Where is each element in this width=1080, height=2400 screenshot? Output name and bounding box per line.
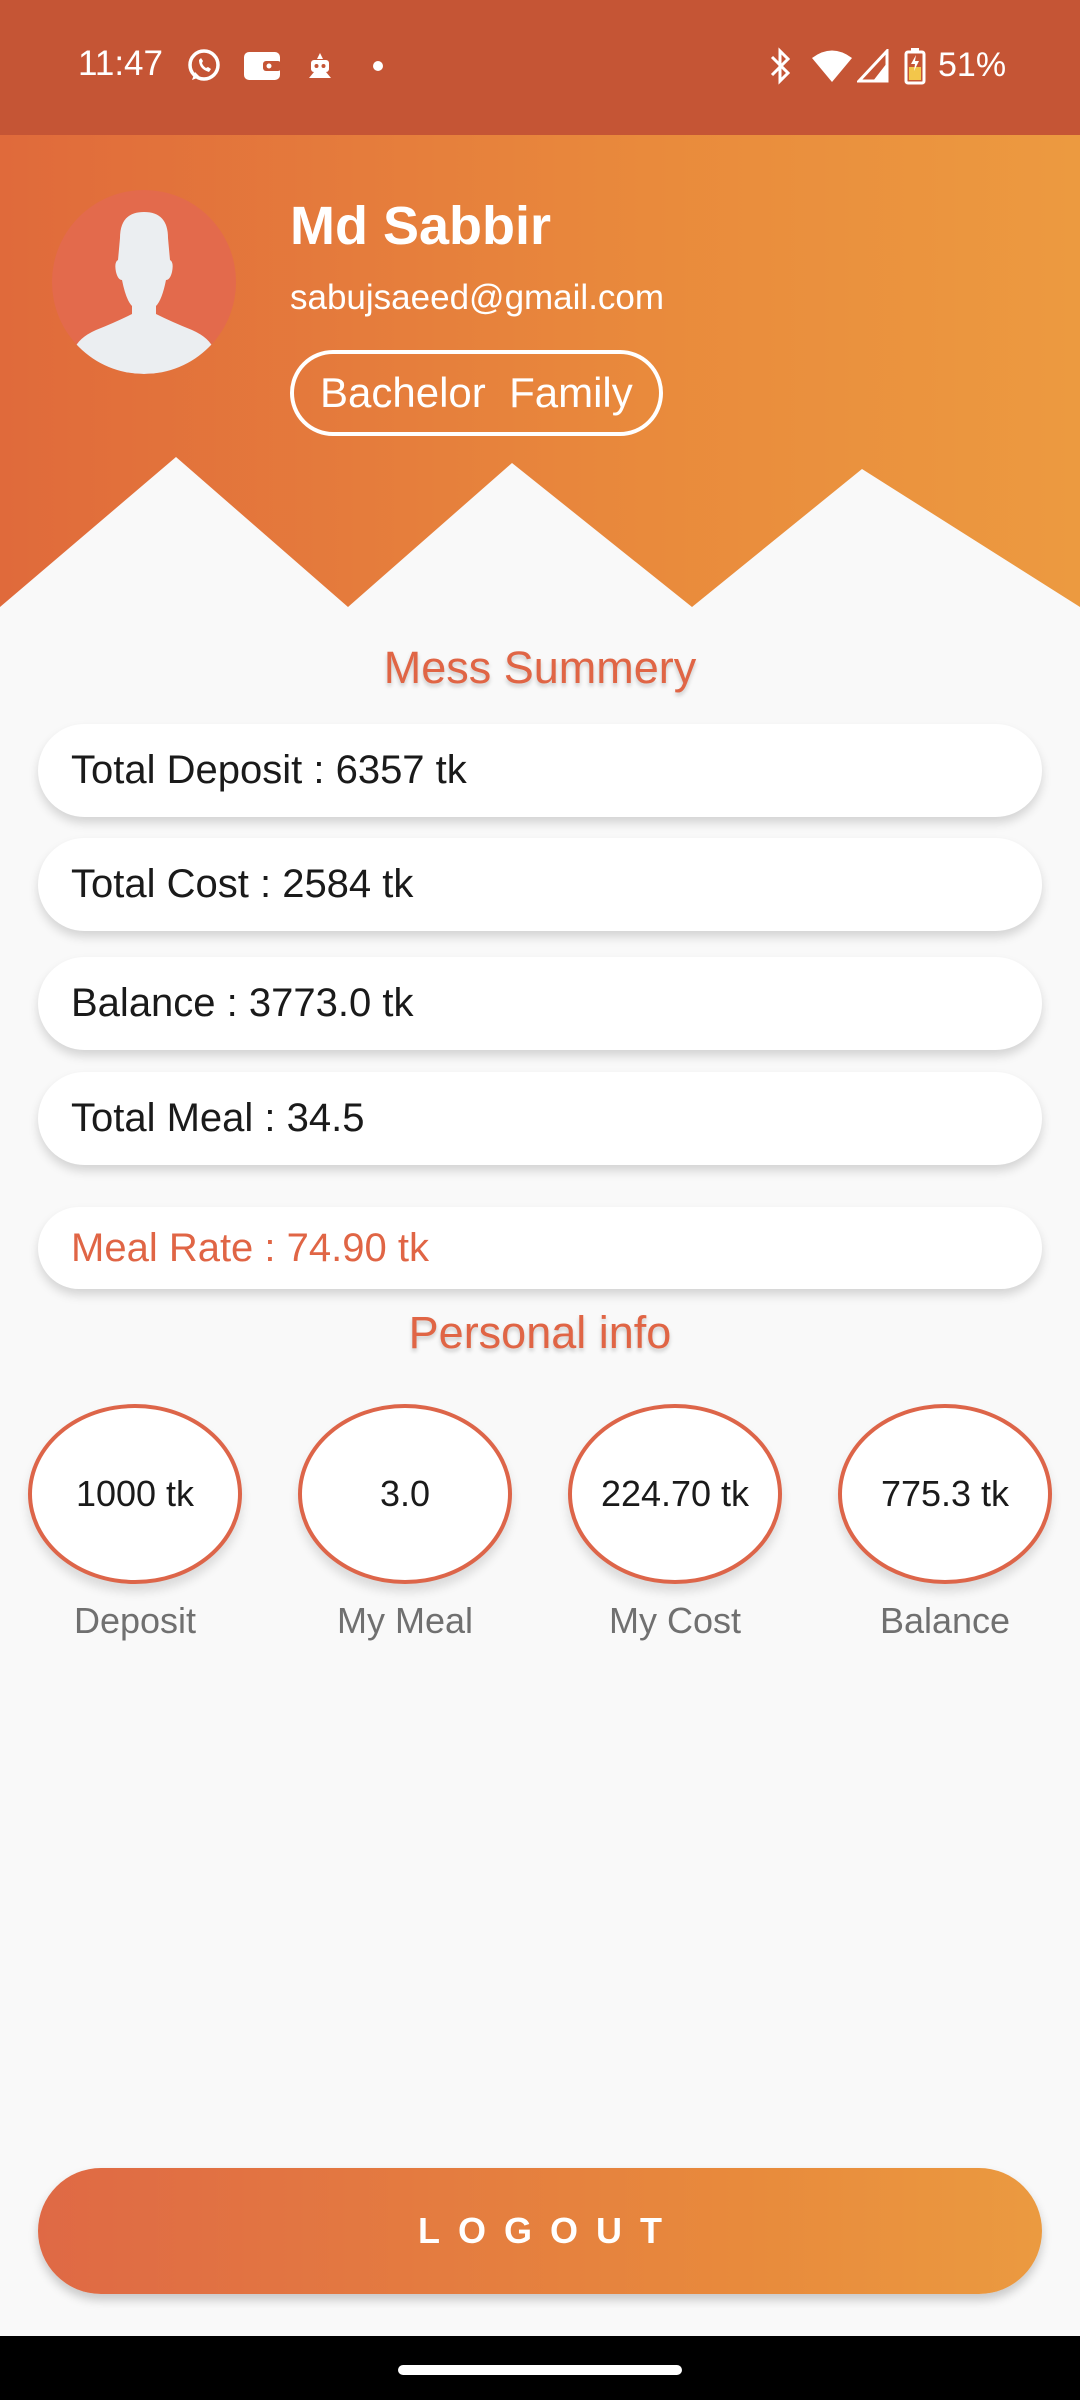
- personal-balance-value: 775.3 tk: [838, 1404, 1052, 1584]
- deposit-label: Deposit: [73, 1600, 197, 1641]
- status-time: 11:47: [78, 44, 163, 83]
- user-name: Md Sabbir: [290, 196, 552, 256]
- my-cost-label: My Cost: [608, 1600, 741, 1641]
- personal-stat-deposit: 1000 tk Deposit: [25, 1404, 245, 1644]
- personal-stat-meal: 3.0 My Meal: [295, 1404, 515, 1644]
- my-meal-label: My Meal: [336, 1600, 474, 1641]
- my-meal-value: 3.0: [298, 1404, 512, 1584]
- home-gesture-handle[interactable]: [398, 2365, 682, 2375]
- personal-stat-cost: 224.70 tk My Cost: [565, 1404, 785, 1644]
- wallet-icon: [242, 46, 282, 86]
- user-email: sabujsaeed@gmail.com: [290, 278, 665, 317]
- system-nav-bar: [0, 2336, 1080, 2400]
- personal-info-title: Personal info: [408, 1307, 672, 1358]
- bluetooth-icon: [766, 46, 796, 86]
- wifi-icon: [810, 46, 854, 86]
- my-cost-value: 224.70 tk: [568, 1404, 782, 1584]
- signal-icon: [856, 46, 890, 86]
- avatar[interactable]: [52, 190, 236, 374]
- battery-percent: 51%: [938, 46, 1007, 84]
- total-meal-card: Total Meal : 34.5: [38, 1072, 1042, 1165]
- dot-icon: [368, 46, 388, 86]
- person-silhouette-icon: [74, 212, 214, 374]
- battery-icon: [902, 46, 928, 86]
- whatsapp-icon: [184, 46, 224, 86]
- deposit-value: 1000 tk: [28, 1404, 242, 1584]
- mess-summary-title: Mess Summery: [383, 642, 697, 693]
- balance-card: Balance : 3773.0 tk: [38, 957, 1042, 1050]
- total-cost-card: Total Cost : 2584 tk: [38, 838, 1042, 931]
- mess-type-badge[interactable]: Bachelor Family: [290, 350, 663, 436]
- total-deposit-card: Total Deposit : 6357 tk: [38, 724, 1042, 817]
- profile-header: Md Sabbir sabujsaeed@gmail.com Bachelor …: [0, 135, 1080, 610]
- status-bar: 11:47 51%: [0, 0, 1080, 135]
- meal-rate-card: Meal Rate : 74.90 tk: [38, 1207, 1042, 1289]
- personal-stat-balance: 775.3 tk Balance: [835, 1404, 1055, 1644]
- bot-icon: [302, 46, 338, 86]
- logout-button[interactable]: LOGOUT: [38, 2168, 1042, 2294]
- personal-balance-label: Balance: [879, 1600, 1011, 1641]
